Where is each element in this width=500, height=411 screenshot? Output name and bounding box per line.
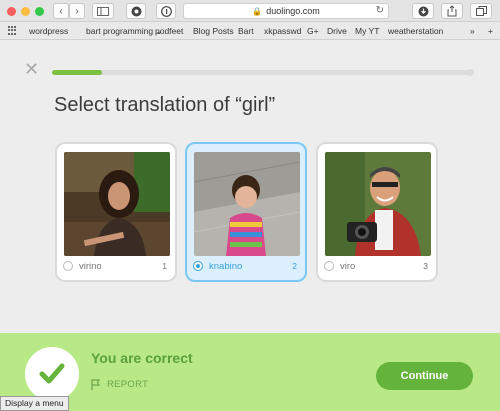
choice-word: virino — [79, 260, 102, 272]
continue-button[interactable]: Continue — [376, 362, 473, 390]
girl-photo — [194, 152, 300, 256]
feedback-message: You are correct — [91, 350, 193, 366]
forward-button[interactable]: › — [69, 3, 85, 19]
choice-card-2[interactable]: knabino 2 — [185, 142, 307, 282]
add-tab-button[interactable]: + — [488, 26, 493, 36]
choice-word: knabino — [209, 260, 243, 272]
zoom-window-button[interactable] — [35, 7, 44, 16]
choice-footer: knabino 2 — [193, 258, 297, 274]
tabs-icon — [475, 6, 487, 16]
bookmark-item[interactable]: podfeet — [155, 26, 183, 36]
bookmark-item[interactable]: wordpress — [29, 26, 68, 36]
choice-footer: viro 3 — [324, 258, 428, 274]
bookmark-item[interactable]: My YT — [355, 26, 379, 36]
radio-button[interactable] — [63, 261, 73, 271]
downloads-button[interactable] — [412, 3, 434, 19]
choice-card-1[interactable]: virino 1 — [55, 142, 177, 282]
bookmarks-overflow-button[interactable]: » — [470, 26, 475, 36]
download-icon — [418, 6, 428, 16]
bookmark-item[interactable]: Bart — [238, 26, 254, 36]
share-icon — [447, 5, 457, 17]
radio-button[interactable] — [324, 261, 334, 271]
minimize-window-button[interactable] — [21, 7, 30, 16]
chevron-left-icon: ‹ — [59, 5, 63, 17]
extension-button[interactable] — [126, 3, 146, 19]
tab-overview-button[interactable] — [470, 3, 492, 19]
info-icon — [160, 5, 172, 17]
grid-icon[interactable] — [8, 26, 18, 35]
checkmark-icon — [39, 363, 65, 384]
bookmark-item[interactable]: bart programming ⌄ — [86, 26, 163, 37]
bookmark-item[interactable]: weatherstation — [388, 26, 443, 36]
password-manager-button[interactable] — [156, 3, 176, 19]
bookmarks-bar: wordpress bart programming ⌄ podfeet Blo… — [0, 22, 500, 40]
report-button[interactable]: REPORT — [91, 379, 148, 390]
man-photo — [325, 152, 431, 256]
lock-icon: 🔒 — [252, 6, 263, 16]
correct-badge — [25, 347, 79, 401]
choice-word: viro — [340, 260, 356, 272]
feedback-footer: You are correct REPORT Continue — [0, 333, 500, 411]
sidebar-icon — [97, 6, 109, 16]
progress-fill — [52, 70, 103, 75]
address-bar[interactable]: 🔒 duolingo.com ↻ — [183, 3, 389, 19]
back-button[interactable]: ‹ — [53, 3, 69, 19]
tooltip: Display a menu — [0, 396, 69, 411]
browser-toolbar: ‹ › 🔒 duolingo.com ↻ — [0, 0, 500, 22]
bookmark-item[interactable]: xkpasswd — [264, 26, 301, 36]
question-title: Select translation of “girl” — [54, 94, 276, 116]
choice-number: 1 — [162, 261, 167, 271]
bookmark-item[interactable]: Drive — [327, 26, 347, 36]
lesson-progress-bar — [52, 69, 474, 76]
radio-button-selected[interactable] — [193, 261, 203, 271]
close-window-button[interactable] — [7, 7, 16, 16]
choice-number: 2 — [292, 261, 297, 271]
sidebar-toggle-button[interactable] — [92, 3, 114, 19]
bookmark-item[interactable]: G+ — [307, 26, 319, 36]
flag-icon — [91, 379, 101, 390]
choice-footer: virino 1 — [63, 258, 167, 274]
choice-card-3[interactable]: viro 3 — [316, 142, 438, 282]
reload-icon[interactable]: ↻ — [376, 5, 384, 16]
extension-icon — [131, 6, 141, 16]
bookmark-item[interactable]: Blog Posts — [193, 26, 234, 36]
close-lesson-icon[interactable]: ✕ — [24, 60, 39, 78]
chevron-right-icon: › — [75, 5, 79, 17]
report-label: REPORT — [107, 379, 149, 390]
progress-end-dot — [467, 69, 474, 76]
woman-photo — [64, 152, 170, 256]
address-text: duolingo.com — [266, 6, 320, 16]
choice-number: 3 — [423, 261, 428, 271]
share-button[interactable] — [441, 3, 463, 19]
